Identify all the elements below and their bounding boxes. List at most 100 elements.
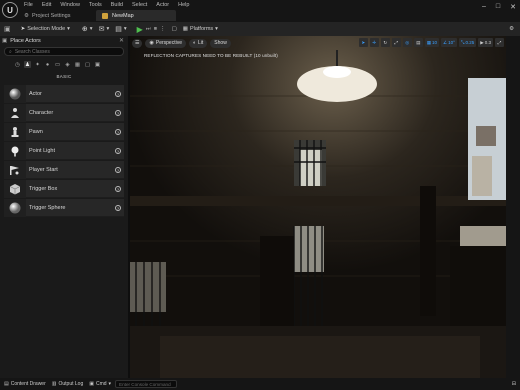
selection-mode-dropdown[interactable]: ➤ Selection Mode ▾ xyxy=(21,26,70,32)
stop-button[interactable]: ■ xyxy=(154,26,157,32)
rotation-snap-button[interactable]: ∠ 10° xyxy=(441,38,457,47)
project-settings-tab[interactable]: ⚙ Project Settings xyxy=(24,11,86,20)
maximize-icon[interactable]: □ xyxy=(496,3,500,11)
grid-snap-button[interactable]: ▦ 10 xyxy=(424,38,440,47)
stop-icon: ■ xyxy=(153,26,158,32)
close-icon[interactable]: ✕ xyxy=(510,3,516,11)
rotation-snap-value: 10° xyxy=(448,40,455,45)
menu-build[interactable]: Build xyxy=(111,2,123,8)
actor-item-player-start[interactable]: Player Start ? xyxy=(4,160,124,179)
map-tab-label: NewMap xyxy=(112,12,134,19)
menu-file[interactable]: File xyxy=(24,2,33,8)
lit-button[interactable]: ◐ Lit xyxy=(188,38,208,48)
platforms-dropdown[interactable]: ▦ Platforms ▾ xyxy=(183,26,218,32)
step-button[interactable]: ⏭ xyxy=(146,26,151,33)
volumes-icon[interactable]: ▢ xyxy=(84,61,91,68)
close-icon[interactable]: ✕ xyxy=(119,37,124,44)
help-icon[interactable]: ? xyxy=(115,205,121,211)
content-drawer-label: Content Drawer xyxy=(10,381,46,387)
status-bar: ▤ Content Drawer ▥ Output Log ▣ Cmd ▾ En… xyxy=(0,378,520,390)
selection-mode-label: Selection Mode xyxy=(27,26,66,32)
actor-item-point-light[interactable]: Point Light ? xyxy=(4,141,124,160)
map-tab[interactable]: NewMap xyxy=(96,10,176,21)
section-header: BASIC xyxy=(56,74,72,79)
menu-actor[interactable]: Actor xyxy=(156,2,169,8)
geometry-icon[interactable]: ▦ xyxy=(74,61,81,68)
select-arrow-icon: ➤ xyxy=(20,26,26,32)
project-settings-label: Project Settings xyxy=(31,12,71,19)
actor-item-character[interactable]: Character ? xyxy=(4,103,124,122)
console-placeholder: Enter Console Command xyxy=(119,381,171,387)
camera-icon: ▶ xyxy=(480,39,484,45)
drawer-icon: ▤ xyxy=(4,381,9,387)
perspective-button[interactable]: ◉ Perspective xyxy=(145,38,186,48)
scale-tool-icon[interactable]: ⤢ xyxy=(391,38,401,47)
select-tool-icon[interactable]: ➤ xyxy=(358,38,368,47)
chevron-down-icon: ▾ xyxy=(215,26,218,32)
menu-help[interactable]: Help xyxy=(178,2,189,8)
scale-icon: ⤡ xyxy=(460,40,465,45)
surface-snap-icon[interactable]: ▤ xyxy=(413,38,423,47)
play-icon: ▶ xyxy=(136,24,143,34)
actor-item-trigger-sphere[interactable]: Trigger Sphere ? xyxy=(4,198,124,217)
output-log-button[interactable]: ▥ Output Log xyxy=(52,381,83,387)
play-options-button[interactable]: ⋮ xyxy=(160,26,166,32)
character-icon xyxy=(4,103,26,122)
console-command-input[interactable]: Enter Console Command xyxy=(115,380,178,388)
show-button[interactable]: Show xyxy=(210,38,231,48)
settings-button[interactable]: ⚙ xyxy=(509,26,514,32)
lit-icon: ◐ xyxy=(192,40,197,46)
help-icon[interactable]: ? xyxy=(115,186,121,192)
output-log-label: Output Log xyxy=(58,381,84,387)
place-actors-tab[interactable]: ▣ Place Actors xyxy=(2,37,70,45)
actor-item-actor[interactable]: Actor ? xyxy=(4,84,124,103)
lights-icon[interactable]: ✦ xyxy=(34,61,41,68)
camera-speed-button[interactable]: ▶ 0.3 xyxy=(478,38,493,47)
maximize-viewport-icon[interactable]: ⤢ xyxy=(495,38,504,47)
launch-button[interactable]: ▢ xyxy=(172,26,177,32)
level-viewport[interactable]: ☰ ◉ Perspective ◐ Lit Show ➤ ✛ ↻ ⤢ ◎ ▤ ▦… xyxy=(130,36,506,378)
scale-snap-button[interactable]: ⤡ 0.25 xyxy=(458,38,477,47)
basic-category-icon[interactable]: ♟ xyxy=(24,61,31,68)
world-local-icon[interactable]: ◎ xyxy=(402,38,412,47)
help-icon[interactable]: ? xyxy=(115,110,121,116)
blueprint-icon: ✉ xyxy=(98,26,105,33)
actor-item-label: Actor xyxy=(29,90,42,97)
save-button[interactable]: ▣ xyxy=(4,25,11,33)
source-control-button[interactable]: ⊟ xyxy=(512,381,516,387)
point-light-icon xyxy=(4,141,26,160)
rotate-tool-icon[interactable]: ↻ xyxy=(380,38,390,47)
translate-tool-icon[interactable]: ✛ xyxy=(369,38,379,47)
cinematic-icon[interactable]: ▭ xyxy=(54,61,61,68)
cmd-dropdown[interactable]: ▣ Cmd ▾ xyxy=(89,381,111,387)
unreal-logo-icon[interactable]: U xyxy=(2,2,18,18)
trigger-box-icon xyxy=(4,179,26,198)
menu-select[interactable]: Select xyxy=(132,2,147,8)
add-content-button[interactable]: ⊕ ▾ xyxy=(82,25,93,33)
menu-edit[interactable]: Edit xyxy=(42,2,51,8)
blueprint-button[interactable]: ✉ ▾ xyxy=(99,25,110,33)
menu-tools[interactable]: Tools xyxy=(89,2,102,8)
player-start-icon xyxy=(4,160,26,179)
help-icon[interactable]: ? xyxy=(115,167,121,173)
help-icon[interactable]: ? xyxy=(115,129,121,135)
search-classes-input[interactable]: ⌕ Search Classes xyxy=(4,47,124,56)
viewport-options-button[interactable]: ☰ xyxy=(132,38,143,48)
help-icon[interactable]: ? xyxy=(115,148,121,154)
scene-render[interactable] xyxy=(130,36,506,378)
clapper-icon: ▤ xyxy=(115,26,122,33)
terminal-icon: ▣ xyxy=(89,381,94,387)
play-button[interactable]: ▶ xyxy=(137,25,143,34)
recent-icon[interactable]: ◷ xyxy=(14,61,21,68)
all-classes-icon[interactable]: ▣ xyxy=(94,61,101,68)
viewport-toolbar: ☰ ◉ Perspective ◐ Lit Show ➤ ✛ ↻ ⤢ ◎ ▤ ▦… xyxy=(130,36,506,50)
content-drawer-button[interactable]: ▤ Content Drawer xyxy=(4,381,46,387)
help-icon[interactable]: ? xyxy=(115,91,121,97)
visual-effects-icon[interactable]: ◈ xyxy=(64,61,71,68)
menu-window[interactable]: Window xyxy=(60,2,80,8)
minimize-icon[interactable]: – xyxy=(482,3,486,11)
shapes-icon[interactable]: ● xyxy=(44,61,51,68)
actor-item-trigger-box[interactable]: Trigger Box ? xyxy=(4,179,124,198)
actor-item-pawn[interactable]: Pawn ? xyxy=(4,122,124,141)
cinematics-button[interactable]: ▤ ▾ xyxy=(115,25,126,33)
